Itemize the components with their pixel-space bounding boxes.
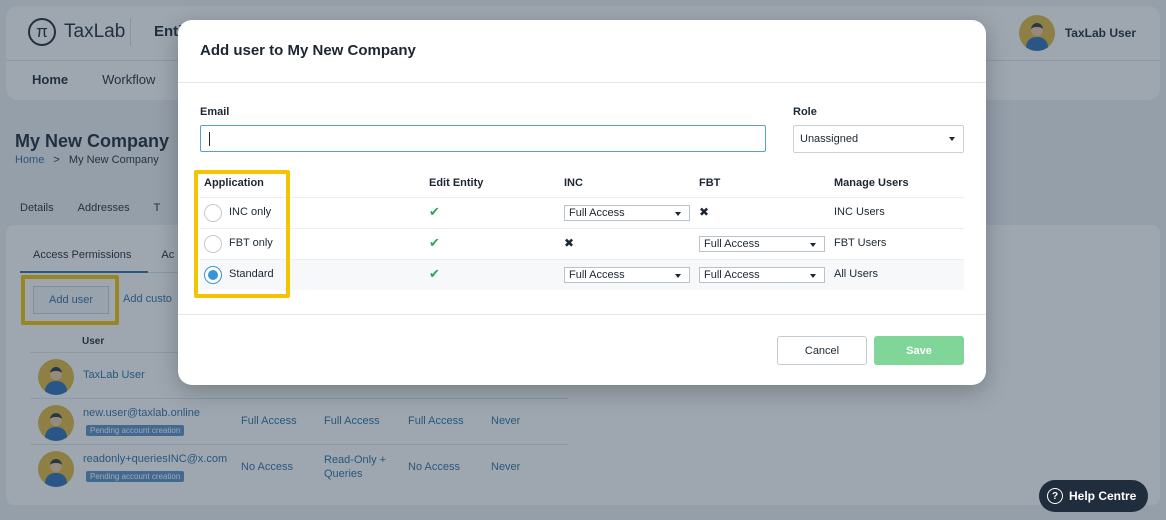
- fbt-access-value: Full Access: [704, 238, 760, 250]
- chevron-down-icon: [675, 274, 681, 278]
- permission-row-standard[interactable]: Standard ✔ Full Access Full Access All U…: [200, 259, 964, 290]
- inc-access-select[interactable]: Full Access: [564, 205, 690, 221]
- inc-access-value: Full Access: [569, 207, 625, 219]
- manage-users-value: All Users: [834, 268, 879, 280]
- modal-title: Add user to My New Company: [200, 42, 416, 59]
- role-label: Role: [793, 106, 817, 118]
- cross-icon: ✖: [564, 236, 575, 250]
- check-icon: ✔: [429, 204, 440, 219]
- fbt-access-select[interactable]: Full Access: [699, 236, 825, 252]
- chevron-down-icon: [675, 212, 681, 216]
- email-label: Email: [200, 106, 230, 118]
- header-fbt: FBT: [699, 177, 721, 189]
- cross-icon: ✖: [699, 205, 710, 219]
- role-select[interactable]: Unassigned: [793, 125, 964, 153]
- inc-access-select[interactable]: Full Access: [564, 267, 690, 283]
- help-centre-button[interactable]: ? Help Centre: [1039, 480, 1148, 512]
- save-button[interactable]: Save: [874, 336, 964, 365]
- header-inc: INC: [564, 177, 583, 189]
- inc-access-value: Full Access: [569, 269, 625, 281]
- application-highlight: [194, 170, 290, 298]
- manage-users-value: FBT Users: [834, 237, 887, 249]
- email-field[interactable]: [200, 125, 766, 152]
- check-icon: ✔: [429, 266, 440, 281]
- add-user-modal: Add user to My New Company Email Role Un…: [178, 20, 986, 385]
- role-value: Unassigned: [800, 133, 859, 145]
- check-icon: ✔: [429, 235, 440, 250]
- modal-header-divider: [178, 82, 986, 83]
- help-centre-label: Help Centre: [1069, 489, 1137, 503]
- chevron-down-icon: [810, 274, 816, 278]
- chevron-down-icon: [810, 243, 816, 247]
- header-edit-entity: Edit Entity: [429, 177, 484, 189]
- header-manage-users: Manage Users: [834, 177, 909, 189]
- permission-row-inc-only[interactable]: INC only ✔ Full Access ✖ INC Users: [200, 197, 964, 228]
- permission-row-fbt-only[interactable]: FBT only ✔ ✖ Full Access FBT Users: [200, 228, 964, 259]
- chevron-down-icon: [949, 137, 955, 141]
- help-icon: ?: [1047, 488, 1063, 504]
- fbt-access-value: Full Access: [704, 269, 760, 281]
- text-caret: [209, 131, 210, 146]
- manage-users-value: INC Users: [834, 206, 885, 218]
- fbt-access-select[interactable]: Full Access: [699, 267, 825, 283]
- cancel-button[interactable]: Cancel: [777, 336, 867, 365]
- modal-footer-divider: [178, 314, 986, 315]
